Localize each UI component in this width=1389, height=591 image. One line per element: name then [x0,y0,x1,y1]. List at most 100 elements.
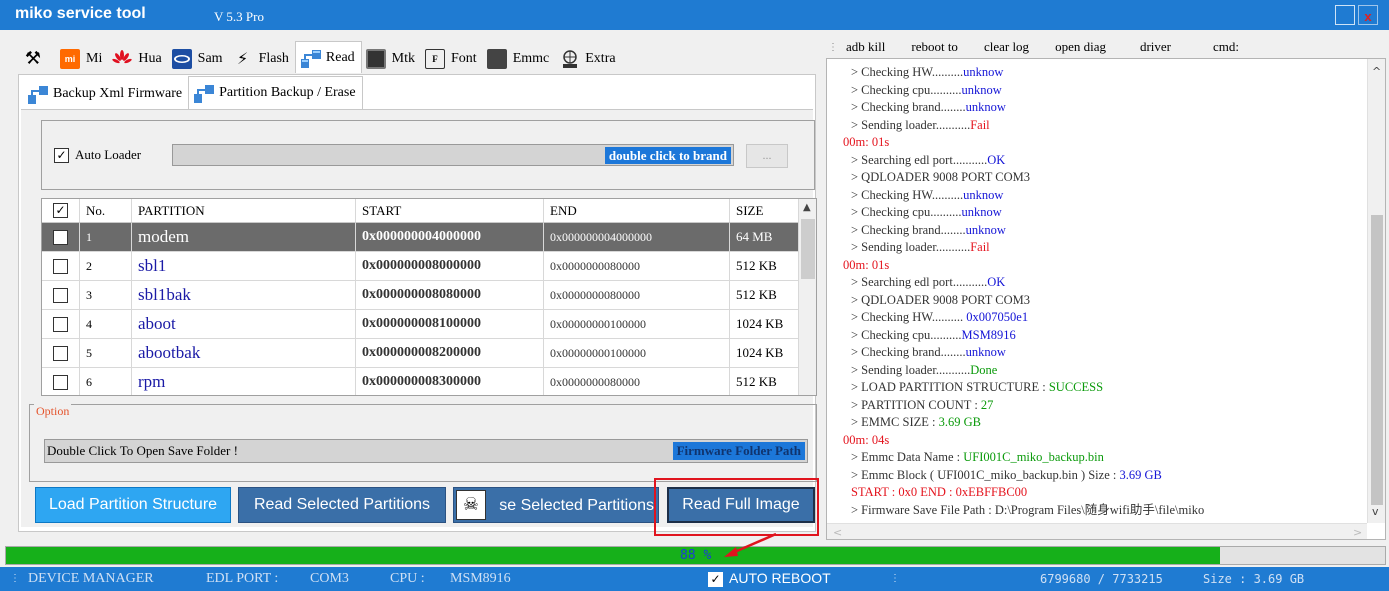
row-no: 3 [80,281,132,309]
log-line: > Checking brand........unknow [847,222,1357,240]
huawei-icon [112,49,133,69]
log-text: > Emmc Block ( UFI001C_miko_backup.bin )… [851,467,1120,482]
partition-table: ✓ No. PARTITION START END SIZE 1 modem 0… [41,198,817,396]
read-selected-partitions-button[interactable]: Read Selected Partitions [238,487,446,523]
option-group: Option Double Click To Open Save Folder … [29,404,817,482]
log-output[interactable]: > Checking HW..........unknow > Checking … [826,58,1386,540]
log-line: > EMMC SIZE : 3.69 GB [847,414,1357,432]
tab-sam[interactable]: Sam [168,44,229,74]
auto-reboot-checkbox[interactable]: ✓ AUTO REBOOT [708,570,831,587]
log-line: > PARTITION COUNT : 27 [847,397,1357,415]
driver-button[interactable]: driver [1140,39,1171,55]
samsung-icon [171,49,192,69]
row-end: 0x0000000080000 [544,368,730,395]
row-checkbox[interactable] [53,316,68,332]
scroll-right-icon[interactable]: > [1353,526,1362,539]
log-text: unknow [965,345,1006,359]
row-checkbox[interactable] [53,374,68,390]
tab-label: Sam [197,51,223,66]
loader-browse-button[interactable]: ... [746,144,788,168]
tab-extra[interactable]: Extra [555,44,621,74]
tab-flash[interactable]: ⚡ Flash [229,44,295,74]
cpu-value: MSM8916 [450,571,511,586]
scroll-up-icon[interactable]: ▲ [803,202,811,213]
skull-icon: ☠ [456,490,486,520]
log-line: > QDLOADER 9008 PORT COM3 [847,292,1357,310]
log-line: > Checking HW.......... 0x007050e1 [847,309,1357,327]
table-row[interactable]: 2 sbl1 0x000000008000000 0x0000000080000… [42,252,816,281]
status-grip-icon: ⋮ [10,573,20,584]
sub-tab-bar: Backup Xml Firmware Partition Backup / E… [23,76,363,109]
close-button[interactable]: x [1358,5,1378,25]
device-manager-label[interactable]: DEVICE MANAGER [28,571,154,587]
log-text: OK [987,152,1006,167]
scroll-left-icon[interactable]: < [833,526,842,539]
tab-tools[interactable]: ⚒ [18,44,56,74]
table-row[interactable]: 5 abootbak 0x000000008200000 0x000000001… [42,339,816,368]
checkbox-checked[interactable]: ✓ [53,203,68,218]
loader-hint: double click to brand [604,147,731,164]
log-line: > Checking cpu..........MSM8916 [847,327,1357,345]
scroll-thumb[interactable] [801,219,815,279]
scroll-down-icon[interactable]: v [1372,505,1379,518]
row-checkbox[interactable] [53,287,68,303]
auto-loader-checkbox[interactable]: ✓ Auto Loader [54,147,141,163]
erase-button-label: se Selected Partitions [499,497,654,514]
table-row[interactable]: 6 rpm 0x000000008300000 0x0000000080000 … [42,368,816,395]
log-line: > Emmc Block ( UFI001C_miko_backup.bin )… [847,467,1357,485]
chip-icon [365,49,386,69]
reboot-to-button[interactable]: reboot to [911,39,958,55]
loader-group: ✓ Auto Loader double click to brand ... [41,120,815,190]
tab-hua[interactable]: Hua [108,44,167,74]
checkbox-checked[interactable]: ✓ [708,571,723,587]
row-start: 0x000000008200000 [356,339,544,367]
column-header-partition[interactable]: PARTITION [132,199,356,222]
tab-mi[interactable]: mi Mi [56,44,108,74]
app-version: V 5.3 Pro [214,9,264,24]
tab-emmc[interactable]: Emmc [483,44,556,74]
save-folder-field[interactable]: Double Click To Open Save Folder ! Firmw… [44,439,808,463]
column-header-end[interactable]: END [544,199,730,222]
row-partition: aboot [132,310,356,338]
clear-log-button[interactable]: clear log [984,39,1029,55]
row-checkbox[interactable] [53,345,68,361]
row-end: 0x00000000100000 [544,339,730,367]
log-line: > Sending loader...........Done [847,362,1357,380]
tab-mtk[interactable]: Mtk [362,44,421,74]
scroll-thumb[interactable] [1371,215,1383,505]
select-all-checkbox[interactable]: ✓ [42,199,80,222]
row-end: 0x00000000100000 [544,310,730,338]
tab-partition-backup-erase[interactable]: Partition Backup / Erase [188,76,363,109]
log-text: SUCCESS [1048,380,1104,394]
open-diag-button[interactable]: open diag [1055,39,1106,55]
log-line: > Sending loader...........Fail [847,117,1357,135]
load-partition-structure-button[interactable]: Load Partition Structure [35,487,231,523]
tab-font[interactable]: F Font [421,44,483,74]
log-line: > Checking brand........unknow [847,344,1357,362]
row-start: 0x000000008300000 [356,368,544,395]
table-row[interactable]: 3 sbl1bak 0x000000008080000 0x0000000080… [42,281,816,310]
tab-label: Emmc [512,51,550,66]
table-row[interactable]: 4 aboot 0x000000008100000 0x000000001000… [42,310,816,339]
log-horizontal-scrollbar[interactable]: < > [827,523,1367,539]
row-checkbox[interactable] [53,229,68,245]
scroll-up-icon[interactable]: ^ [1372,65,1381,78]
column-header-no[interactable]: No. [80,199,132,222]
row-checkbox[interactable] [53,258,68,274]
table-scrollbar[interactable]: ▲ [798,199,816,395]
column-header-size[interactable]: SIZE [730,199,800,222]
loader-path-field[interactable]: double click to brand [172,144,734,166]
tab-read[interactable]: Read [294,41,362,73]
row-no: 4 [80,310,132,338]
tab-backup-xml-firmware[interactable]: Backup Xml Firmware [23,79,188,109]
column-header-start[interactable]: START [356,199,544,222]
log-vertical-scrollbar[interactable]: ^ v [1367,59,1385,523]
cmd-button[interactable]: cmd: [1213,39,1239,55]
checkbox-checked[interactable]: ✓ [54,147,69,163]
erase-selected-partitions-button[interactable]: ☠ se Selected Partitions [453,487,659,523]
table-row[interactable]: 1 modem 0x000000004000000 0x000000004000… [42,223,816,252]
minimize-button[interactable] [1335,5,1355,25]
firmware-folder-hint: Firmware Folder Path [672,442,805,460]
log-text: > Firmware Save File Path : D:\Program F… [851,502,1205,517]
adb-kill-button[interactable]: adb kill [846,39,885,55]
